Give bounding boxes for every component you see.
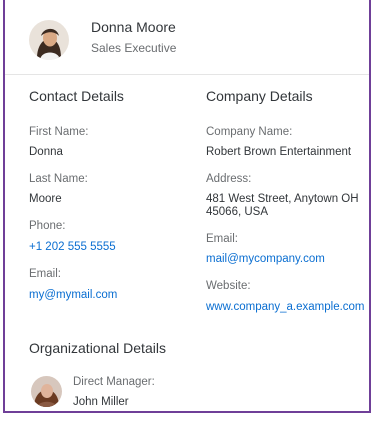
phone-link[interactable]: +1 202 555 5555 xyxy=(29,241,116,253)
email-label: Email: xyxy=(29,268,61,280)
first-name-label: First Name: xyxy=(29,126,89,138)
contact-card: Donna Moore Sales Executive Contact Deta… xyxy=(3,0,371,413)
person-photo-icon xyxy=(31,376,62,407)
company-name-label: Company Name: xyxy=(206,126,293,138)
email-link[interactable]: my@mymail.com xyxy=(29,289,117,301)
person-photo-icon xyxy=(29,20,69,60)
profile-name: Donna Moore xyxy=(91,19,176,35)
website-link[interactable]: www.company_a.example.com xyxy=(206,301,365,313)
website-label: Website: xyxy=(206,280,251,292)
address-label: Address: xyxy=(206,173,252,185)
manager-avatar xyxy=(31,376,62,407)
company-name-value: Robert Brown Entertainment xyxy=(206,146,352,158)
profile-title: Sales Executive xyxy=(91,41,177,55)
organizational-details-heading: Organizational Details xyxy=(29,340,166,356)
first-name-value: Donna xyxy=(29,146,63,158)
avatar xyxy=(29,20,69,60)
address-line2: 45066, USA xyxy=(206,206,269,218)
company-email-label: Email: xyxy=(206,233,238,245)
company-email-link[interactable]: mail@mycompany.com xyxy=(206,253,325,265)
company-details-heading: Company Details xyxy=(206,88,313,104)
address-line1: 481 West Street, Anytown OH xyxy=(206,193,359,205)
direct-manager-name[interactable]: John Miller xyxy=(73,396,129,408)
last-name-label: Last Name: xyxy=(29,173,88,185)
direct-manager-label: Direct Manager: xyxy=(73,376,155,388)
contact-details-heading: Contact Details xyxy=(29,88,124,104)
last-name-value: Moore xyxy=(29,193,62,205)
card-header: Donna Moore Sales Executive xyxy=(5,0,369,75)
phone-label: Phone: xyxy=(29,220,66,232)
